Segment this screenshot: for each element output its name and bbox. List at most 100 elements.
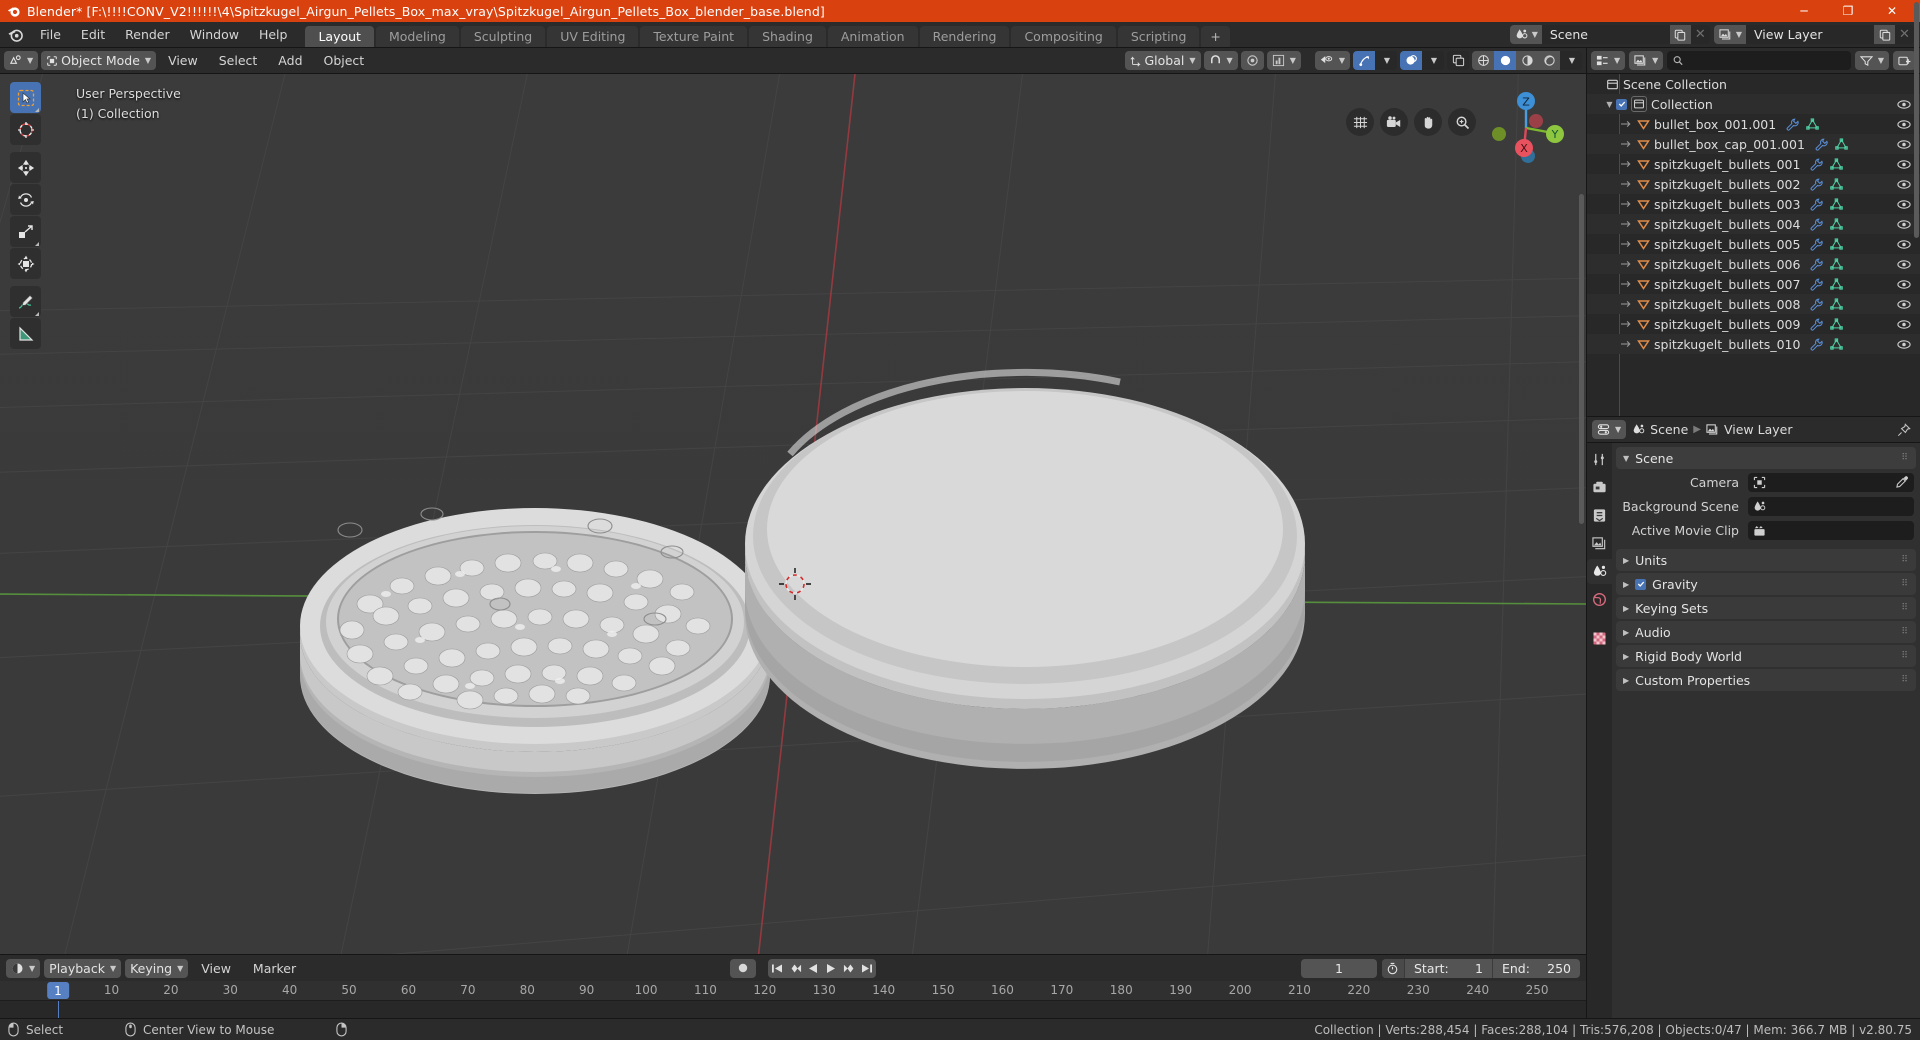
timeline-menu-view[interactable]: View (192, 959, 240, 978)
outliner-row-object[interactable]: spitzkugelt_bullets_005 (1587, 234, 1920, 254)
modifier-icon[interactable] (1815, 138, 1828, 151)
outliner-row-object[interactable]: spitzkugelt_bullets_002 (1587, 174, 1920, 194)
minimize-button[interactable]: ─ (1782, 0, 1826, 22)
shading-material-icon[interactable] (1516, 51, 1538, 70)
outliner-search-input[interactable] (1688, 53, 1845, 68)
mesh-data-icon[interactable] (1830, 337, 1844, 351)
outliner-row-scene-collection[interactable]: Scene Collection (1587, 74, 1920, 94)
object-visibility-eye-icon[interactable] (1897, 274, 1911, 294)
mesh-data-icon[interactable] (1830, 297, 1844, 311)
object-disclosure-icon[interactable] (1621, 159, 1635, 169)
outliner-scrollbar[interactable] (1914, 2, 1919, 238)
object-visibility-eye-icon[interactable] (1897, 314, 1911, 334)
outliner-filter-icon[interactable]: ▼ (1854, 51, 1889, 70)
transform-orientation-selector[interactable]: Global ▼ (1124, 51, 1201, 70)
timeline-body[interactable] (0, 1001, 1586, 1018)
new-scene-icon[interactable] (1669, 25, 1691, 44)
tab-uv-editing[interactable]: UV Editing (547, 26, 639, 47)
timeline-editor-type-icon[interactable]: ▼ (6, 958, 41, 978)
object-disclosure-icon[interactable] (1621, 119, 1635, 129)
tab-compositing[interactable]: Compositing (1011, 26, 1116, 47)
mesh-data-icon[interactable] (1830, 177, 1844, 191)
modifier-icon[interactable] (1810, 218, 1824, 231)
object-disclosure-icon[interactable] (1621, 259, 1635, 269)
background-scene-field[interactable] (1748, 496, 1914, 516)
shading-solid-icon[interactable] (1494, 51, 1516, 70)
viewport-menu-view[interactable]: View (159, 51, 207, 70)
modifier-icon[interactable] (1786, 118, 1799, 131)
outliner-row-object[interactable]: bullet_box_cap_001.001 (1587, 134, 1920, 154)
viewport-menu-add[interactable]: Add (269, 51, 311, 70)
menu-edit[interactable]: Edit (71, 22, 115, 48)
mesh-data-icon[interactable] (1830, 257, 1844, 271)
view-layer-selector[interactable]: ▼ View Layer ✕ (1713, 25, 1914, 44)
move-tool[interactable] (10, 152, 41, 183)
outliner-row-object[interactable]: bullet_box_001.001 (1587, 114, 1920, 134)
panel-header-gravity[interactable]: ▶ Gravity ⠿ (1616, 573, 1916, 595)
maximize-button[interactable]: ❐ (1826, 0, 1870, 22)
camera-field[interactable] (1748, 472, 1914, 492)
properties-editor-type-icon[interactable]: ▼ (1592, 420, 1627, 439)
mesh-data-icon[interactable] (1806, 117, 1819, 131)
editor-type-icon[interactable]: ▼ (4, 51, 39, 70)
falloff-type-icon[interactable]: ▼ (1266, 51, 1301, 70)
modifier-icon[interactable] (1810, 238, 1824, 251)
tab-layout[interactable]: Layout (305, 26, 374, 47)
properties-tab-world[interactable] (1587, 587, 1612, 612)
modifier-icon[interactable] (1810, 178, 1824, 191)
outliner-row-object[interactable]: spitzkugelt_bullets_007 (1587, 274, 1920, 294)
delete-scene-icon[interactable]: ✕ (1691, 25, 1710, 44)
object-visibility-eye-icon[interactable] (1897, 174, 1911, 194)
keying-menu[interactable]: Keying ▼ (125, 958, 189, 978)
object-disclosure-icon[interactable] (1621, 279, 1635, 289)
viewport-menu-select[interactable]: Select (210, 51, 267, 70)
tab-texture-paint[interactable]: Texture Paint (640, 26, 748, 47)
hand-icon[interactable] (1414, 108, 1442, 136)
outliner-row-object[interactable]: spitzkugelt_bullets_003 (1587, 194, 1920, 214)
panel-header-units[interactable]: ▶ Units ⠿ (1616, 549, 1916, 571)
show-gizmo-icon[interactable] (1353, 51, 1375, 70)
collection-checkbox[interactable] (1616, 98, 1627, 110)
modifier-icon[interactable] (1810, 338, 1824, 351)
scene-selector[interactable]: ▼ Scene ✕ (1509, 25, 1710, 44)
object-visibility-eye-icon[interactable] (1897, 194, 1911, 214)
mesh-data-icon[interactable] (1830, 317, 1844, 331)
shading-options-chevron-icon[interactable]: ▼ (1560, 51, 1582, 70)
tab-sculpting[interactable]: Sculpting (460, 26, 546, 47)
new-collection-icon[interactable] (1893, 51, 1916, 70)
auto-keying-button[interactable] (730, 958, 757, 978)
interaction-mode-selector[interactable]: Object Mode ▼ (41, 51, 157, 70)
object-visibility-eye-icon[interactable] (1897, 254, 1911, 274)
tab-scripting[interactable]: Scripting (1117, 26, 1200, 47)
breadcrumb-scene-label[interactable]: Scene (1650, 422, 1688, 437)
tab-rendering[interactable]: Rendering (919, 26, 1010, 47)
add-workspace-button[interactable]: + (1201, 26, 1230, 47)
snap-icon[interactable]: ▼ (1203, 51, 1238, 70)
rotate-tool[interactable] (10, 184, 41, 215)
viewport-menu-object[interactable]: Object (315, 51, 374, 70)
breadcrumb-view-layer-label[interactable]: View Layer (1724, 422, 1793, 437)
play-button[interactable] (822, 958, 841, 978)
mesh-data-icon[interactable] (1830, 157, 1844, 171)
use-preview-range-icon[interactable] (1381, 958, 1404, 978)
outliner-display-mode-selector[interactable]: ▼ (1629, 51, 1664, 70)
tab-shading[interactable]: Shading (749, 26, 826, 47)
collection-disclosure-icon[interactable]: ▼ (1603, 100, 1616, 109)
panel-header-custom-properties[interactable]: ▶ Custom Properties ⠿ (1616, 669, 1916, 691)
playhead[interactable]: 1 (47, 982, 69, 999)
visibility-filter-icon[interactable]: ▼ (1314, 51, 1350, 70)
outliner-row-object[interactable]: spitzkugelt_bullets_001 (1587, 154, 1920, 174)
xray-toggle-icon[interactable] (1447, 51, 1469, 70)
pin-id-icon[interactable] (1897, 422, 1915, 437)
object-disclosure-icon[interactable] (1621, 239, 1635, 249)
proportional-edit-icon[interactable] (1240, 51, 1264, 70)
scale-tool[interactable] (10, 216, 41, 247)
modifier-icon[interactable] (1810, 258, 1824, 271)
tab-animation[interactable]: Animation (827, 26, 918, 47)
cursor-tool[interactable] (10, 114, 41, 145)
panel-header-audio[interactable]: ▶ Audio ⠿ (1616, 621, 1916, 643)
outliner-row-collection[interactable]: ▼ Collection (1587, 94, 1920, 114)
object-disclosure-icon[interactable] (1621, 139, 1635, 149)
grid-icon[interactable] (1346, 108, 1374, 136)
start-frame-field[interactable]: Start: 1 (1403, 958, 1492, 978)
